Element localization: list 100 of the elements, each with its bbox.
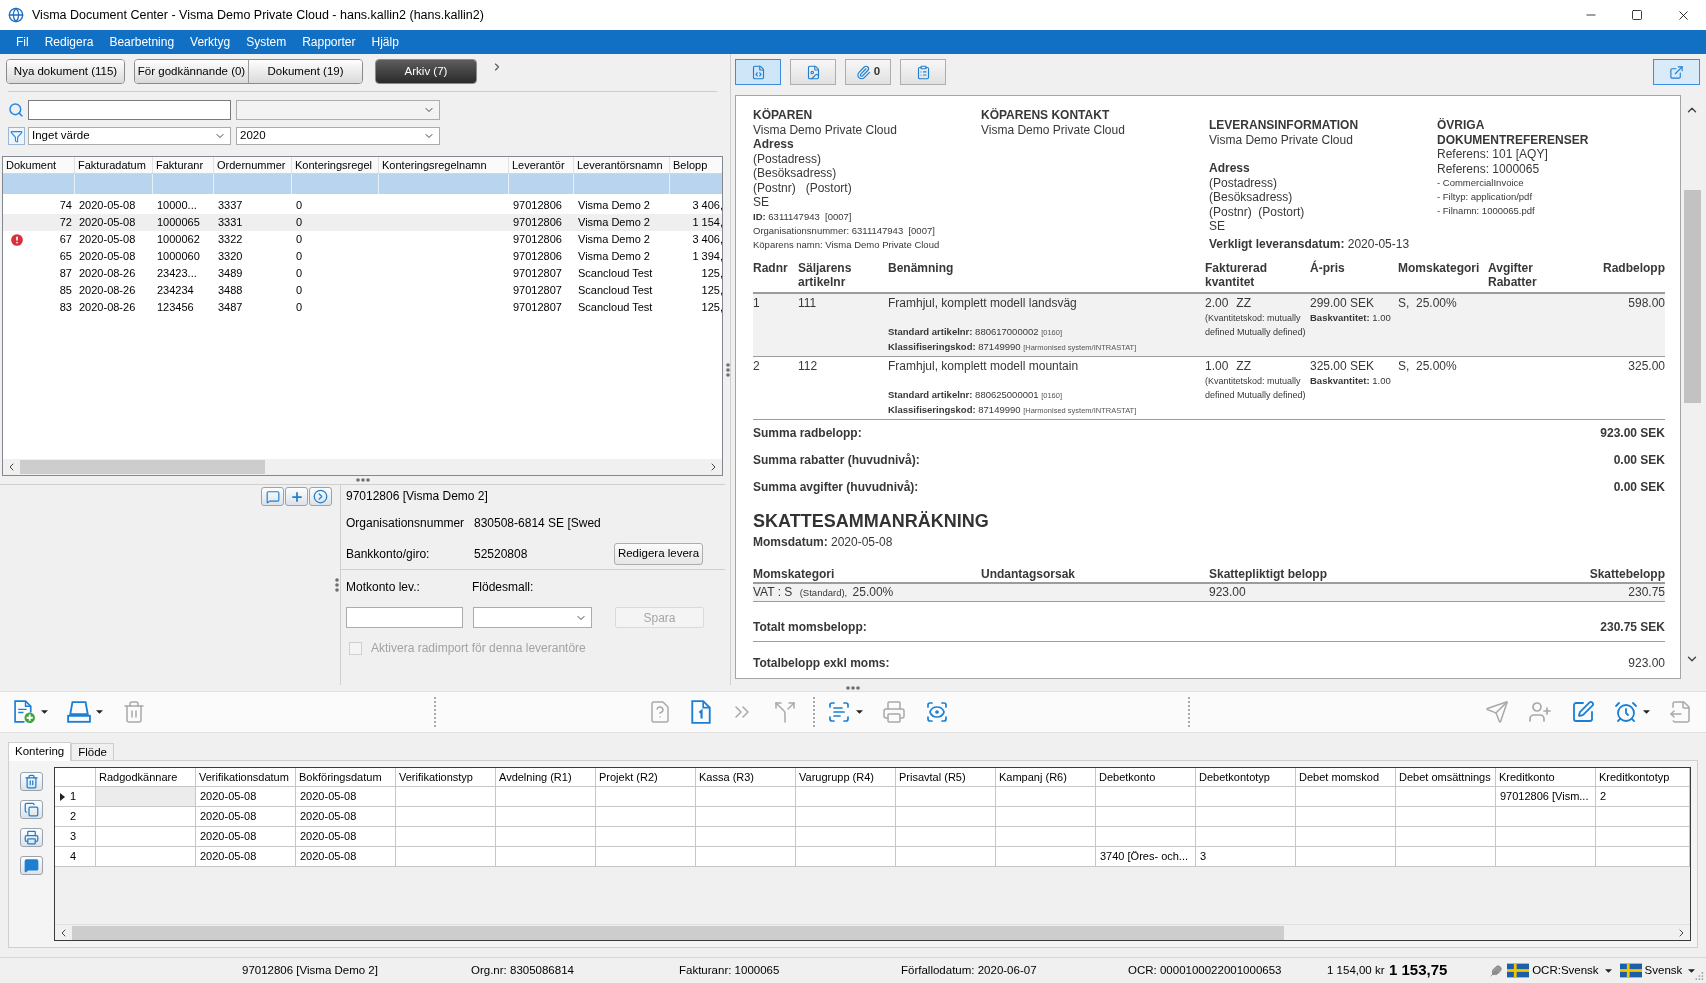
column-header[interactable]: Debet momskod (1296, 768, 1396, 786)
column-header[interactable]: Prisavtal (R5) (896, 768, 996, 786)
tab[interactable]: Kontering (8, 742, 72, 761)
view-tab[interactable]: Arkiv (7) (376, 60, 476, 83)
column-header[interactable]: Verifikationsdatum (196, 768, 296, 786)
menu-item[interactable]: System (238, 30, 295, 54)
dropdown-caret-icon[interactable] (41, 710, 48, 714)
row-number: 4 (70, 849, 77, 865)
table-cell-text: 2020-05-08 (78, 232, 137, 247)
filter-dropdown[interactable]: Inget värde (28, 127, 231, 145)
column-header[interactable]: Kassa (R3) (696, 768, 796, 786)
image-view-tab[interactable] (790, 59, 836, 85)
eye-icon[interactable] (925, 700, 949, 724)
filter-icon[interactable] (8, 127, 25, 145)
column-header[interactable]: Debet omsättnings (1396, 768, 1496, 786)
tab[interactable]: Flöde (71, 743, 114, 760)
printer-icon[interactable] (20, 828, 43, 847)
view-tab[interactable]: Dokument (19) (248, 60, 362, 83)
column-header[interactable]: Ordernummer (214, 157, 292, 173)
account-input[interactable] (346, 607, 463, 628)
menu-item[interactable]: Rapporter (294, 30, 364, 54)
column-header[interactable]: Debetkontotyp (1196, 768, 1296, 786)
column-header[interactable]: Projekt (R2) (596, 768, 696, 786)
column-header[interactable]: Varugrupp (R4) (796, 768, 896, 786)
edit-icon[interactable] (1571, 700, 1595, 724)
splitter-grip-icon[interactable] (334, 578, 339, 592)
document-icon[interactable] (691, 700, 711, 724)
column-header[interactable]: Konteringsregel (292, 157, 379, 173)
vat-category: VAT : S (Standard), 25.00% (753, 583, 895, 601)
feather-icon[interactable] (1490, 963, 1503, 978)
comment-icon[interactable] (261, 487, 284, 506)
column-header[interactable]: Konteringsregelnamn (379, 157, 509, 173)
language[interactable]: Svensk (1644, 961, 1683, 980)
new-document-icon[interactable] (14, 700, 36, 724)
column-header[interactable]: Belopp (670, 157, 722, 173)
column-header[interactable]: Radgodkännare (96, 768, 196, 786)
dropdown-caret-icon[interactable] (1604, 968, 1612, 973)
menu-item[interactable]: Hjälp (363, 30, 407, 54)
view-tab[interactable]: För godkännande (0) (135, 60, 248, 83)
dropdown-caret-icon[interactable] (96, 710, 103, 714)
column-header[interactable]: Verifikationstyp (396, 768, 496, 786)
party-text: (Postnr) (Postort) (1209, 204, 1306, 219)
table-cell-text: 1 154, (691, 215, 722, 230)
column-header[interactable]: Fakturanr (153, 157, 214, 173)
attachments-tab[interactable]: 0 (845, 59, 891, 85)
column-header[interactable]: Debetkonto (1096, 768, 1196, 786)
column-header[interactable]: Bokföringsdatum (296, 768, 396, 786)
column-header[interactable]: Leverantör (509, 157, 574, 173)
horizontal-scrollbar[interactable] (3, 459, 722, 475)
table-cell-text: 3337 (217, 198, 244, 213)
search-icon[interactable] (8, 102, 24, 118)
scan-text-icon[interactable] (827, 700, 851, 724)
alarm-clock-icon[interactable] (1614, 700, 1638, 724)
dropdown-field[interactable] (236, 100, 440, 120)
field-value: 830508-6814 SE [Swed (474, 515, 602, 532)
column-header[interactable]: Kreditkontotyp (1596, 768, 1690, 786)
splitter-grip-icon[interactable] (846, 686, 860, 690)
line-number: 1 (753, 295, 760, 310)
dropdown-caret-icon[interactable] (856, 710, 863, 714)
view-tab[interactable]: Nya dokument (115) (7, 60, 124, 83)
ocr-language[interactable]: OCR:Svensk (1532, 961, 1599, 980)
column-header[interactable]: Dokument (3, 157, 75, 173)
party-text: SE (1209, 219, 1226, 234)
trash-icon[interactable] (20, 772, 43, 791)
dropdown-caret-icon[interactable] (1643, 710, 1650, 714)
horizontal-scrollbar[interactable] (55, 924, 1690, 940)
splitter-grip-icon[interactable] (355, 478, 370, 482)
item-name: Framhjul, komplett modell mountain (888, 358, 1080, 374)
history-tab[interactable] (900, 59, 946, 85)
party-text: (Besöksadress) (1209, 190, 1294, 205)
comment-icon[interactable] (20, 856, 43, 875)
table-cell-text: 234234 (156, 283, 195, 298)
plus-icon[interactable] (285, 487, 308, 506)
table-cell: 2 (1596, 787, 1690, 806)
party-detail: - Filtyp: application/pdf (1437, 190, 1534, 204)
template-dropdown[interactable] (473, 607, 592, 628)
table-cell-text: Visma Demo 2 (577, 215, 651, 230)
expand-button[interactable] (1653, 59, 1700, 85)
column-header[interactable]: Kampanj (R6) (996, 768, 1096, 786)
focused-cell[interactable] (96, 787, 196, 806)
copy-icon[interactable] (20, 800, 43, 819)
column-header[interactable]: Kreditkonto (1496, 768, 1596, 786)
column-header[interactable]: Leverantörsnamn (574, 157, 670, 173)
menu-item[interactable]: Fil (8, 30, 37, 54)
scanner-icon[interactable] (67, 701, 91, 723)
menu-item[interactable]: Bearbetning (101, 30, 183, 54)
xml-view-tab[interactable] (735, 59, 781, 85)
menu-item[interactable]: Verktyg (182, 30, 239, 54)
table-cell-text: 97012806 (512, 198, 563, 213)
dropdown-caret-icon[interactable] (1688, 968, 1696, 973)
splitter-grip-icon[interactable] (725, 362, 730, 377)
search-field[interactable] (28, 100, 231, 120)
year-dropdown[interactable]: 2020 (236, 127, 440, 145)
resize-grip-icon[interactable] (1695, 971, 1704, 981)
table-row[interactable]: 72 2020-05-08 1000065 3331 0 97012806 Visma Demo 2 1 154, (3, 214, 722, 231)
edit-supplier-button[interactable]: Redigera levera (614, 543, 703, 565)
menu-item[interactable]: Redigera (36, 30, 102, 54)
column-header[interactable]: Avdelning (R1) (496, 768, 596, 786)
column-header[interactable]: Fakturadatum (75, 157, 153, 173)
table-cell-text: 97012807 (512, 300, 563, 315)
